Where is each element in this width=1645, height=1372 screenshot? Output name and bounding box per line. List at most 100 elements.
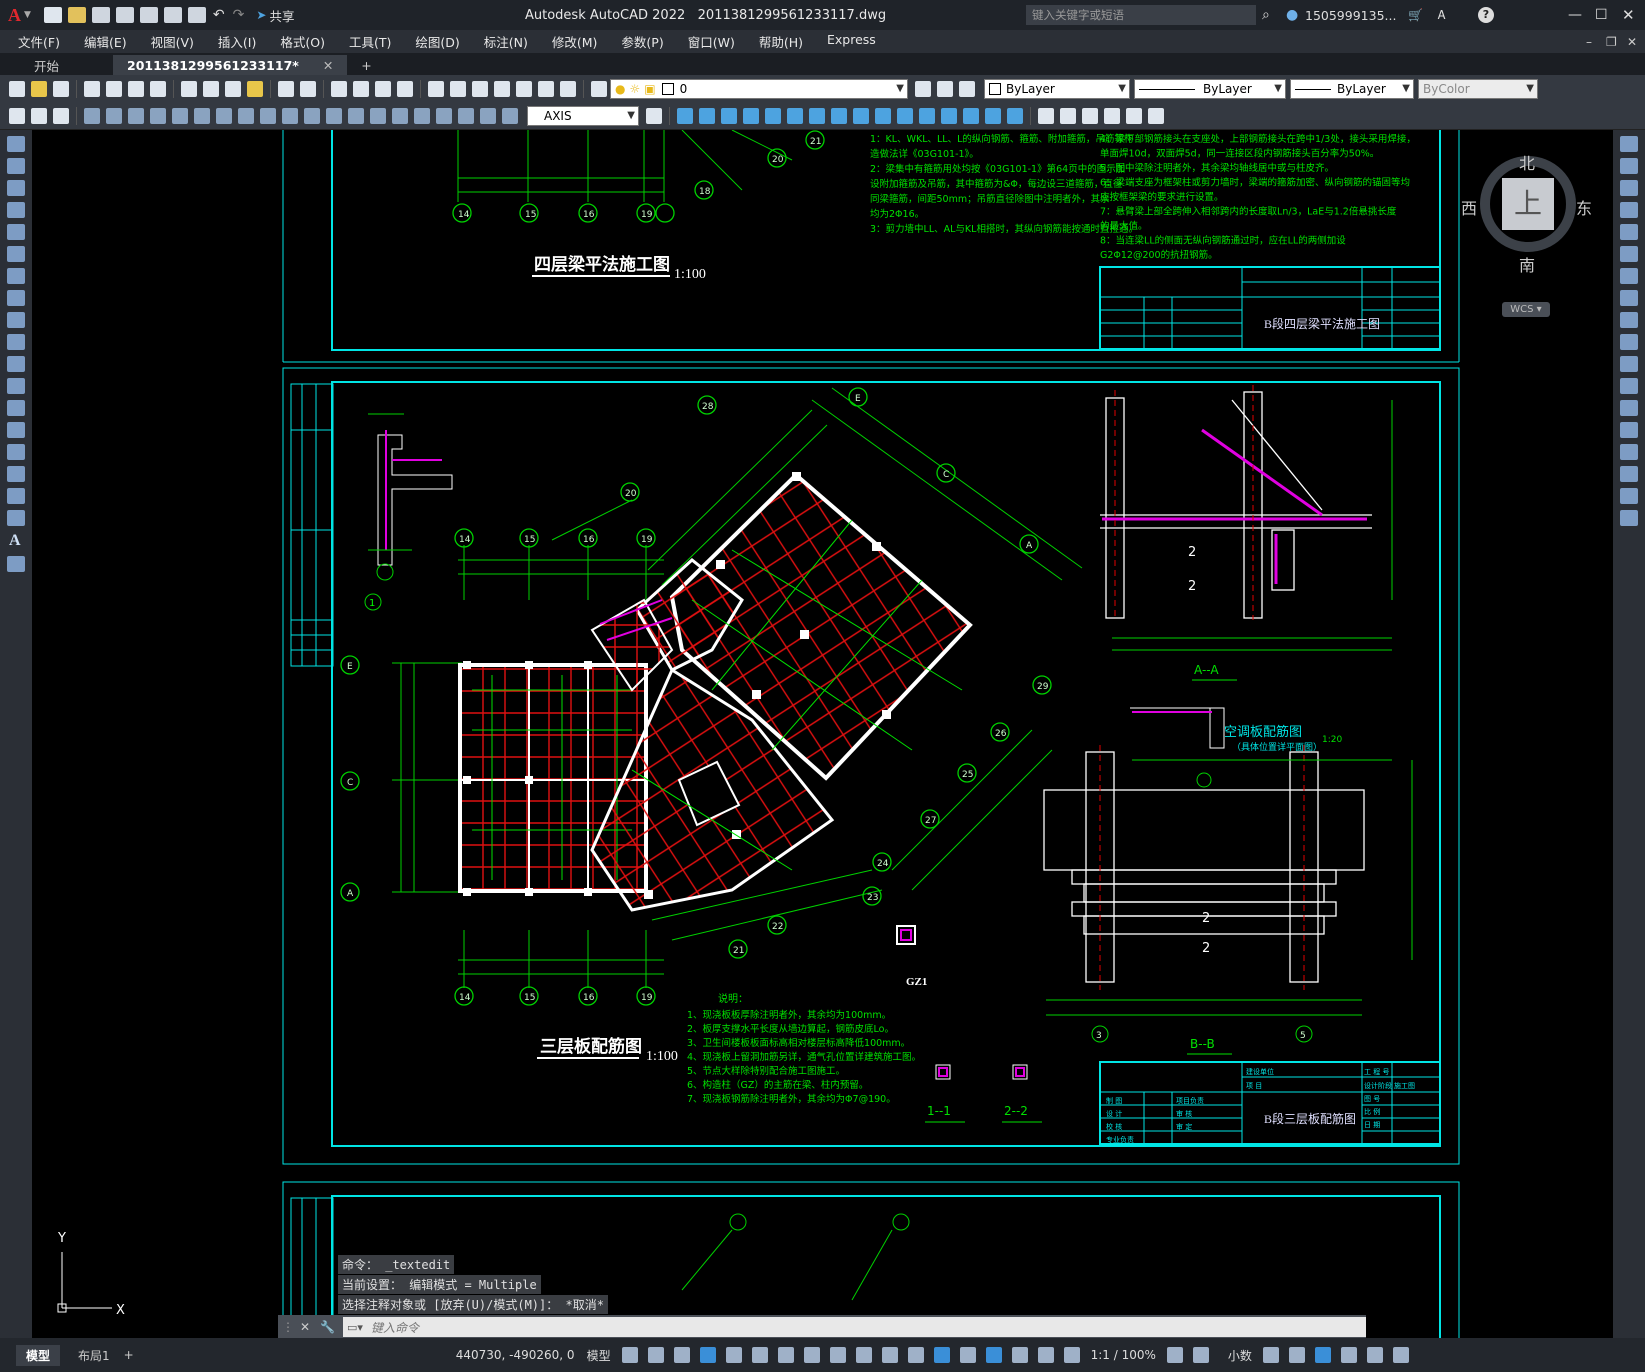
offset-icon[interactable] xyxy=(1620,202,1638,218)
mirror-icon[interactable] xyxy=(721,108,737,124)
doc-close-icon[interactable]: ✕ xyxy=(1627,35,1637,49)
text-front-icon[interactable] xyxy=(1104,108,1120,124)
rotate-icon[interactable] xyxy=(809,108,825,124)
continue-icon[interactable] xyxy=(304,108,320,124)
lineweight-dropdown[interactable]: ByLayer ▼ xyxy=(1290,79,1414,99)
layer-iso-icon[interactable] xyxy=(53,108,69,124)
menu-item[interactable]: 修改(M) xyxy=(552,32,598,51)
search-input[interactable]: 键入关键字或短语 xyxy=(1032,8,1124,22)
menu-item[interactable]: 工具(T) xyxy=(349,32,391,51)
array-icon[interactable] xyxy=(765,108,781,124)
units-selector[interactable]: 小数 xyxy=(1228,1347,1252,1364)
viewcube[interactable]: 上 北 南 西 东 WCS ▾ xyxy=(1461,150,1592,320)
gradient-icon[interactable] xyxy=(7,466,25,482)
offset-icon[interactable] xyxy=(743,108,759,124)
learn-icon[interactable]: Ꭺ xyxy=(1438,8,1446,23)
viewcube-face-top[interactable]: 上 xyxy=(1502,178,1554,230)
break-point-icon[interactable] xyxy=(1620,378,1638,394)
dimension-text-edit-icon[interactable] xyxy=(480,108,496,124)
menu-item[interactable]: 窗口(W) xyxy=(688,32,735,51)
open-web-icon[interactable] xyxy=(139,7,158,23)
maximize-icon[interactable]: ☐ xyxy=(1595,7,1608,23)
cart-icon[interactable]: 🛒 xyxy=(1408,8,1423,22)
aligned-dimension-icon[interactable] xyxy=(106,108,122,124)
share-icon[interactable]: ➤ xyxy=(256,8,266,22)
auto-scale-icon[interactable] xyxy=(1063,1347,1080,1363)
copy-object-icon[interactable] xyxy=(699,108,715,124)
design-center-icon[interactable] xyxy=(450,81,466,97)
preview-icon[interactable] xyxy=(106,81,122,97)
open-file-icon[interactable] xyxy=(67,7,86,23)
3d-osnap-icon[interactable] xyxy=(933,1347,950,1363)
object-snap-icon[interactable] xyxy=(829,1347,846,1363)
selection-cycling-icon[interactable] xyxy=(907,1347,924,1363)
print-icon[interactable] xyxy=(84,81,100,97)
make-current-icon[interactable] xyxy=(915,81,931,97)
circle-icon[interactable] xyxy=(7,268,25,284)
rotate-icon[interactable] xyxy=(1620,268,1638,284)
calculator-icon[interactable] xyxy=(538,81,554,97)
search-box[interactable]: 键入关键字或短语 xyxy=(1026,5,1256,25)
autocad-logo[interactable]: A xyxy=(8,5,21,26)
hatch-icon[interactable] xyxy=(7,444,25,460)
zoom-realtime-icon[interactable] xyxy=(353,81,369,97)
baseline-icon[interactable] xyxy=(282,108,298,124)
viewcube-south[interactable]: 南 xyxy=(1519,252,1535,276)
mtext-icon[interactable]: A xyxy=(9,532,23,550)
wcs-menu[interactable]: WCS ▾ xyxy=(1502,302,1550,317)
center-mark-icon[interactable] xyxy=(392,108,408,124)
clean-screen-icon[interactable] xyxy=(1366,1347,1383,1363)
tab-close-icon[interactable]: ✕ xyxy=(323,58,333,73)
fillet-icon[interactable] xyxy=(1620,466,1638,482)
menu-item[interactable]: 绘图(D) xyxy=(415,32,459,51)
construction-line-icon[interactable] xyxy=(7,158,25,174)
doc-restore-icon[interactable]: ❐ xyxy=(1606,35,1617,49)
menu-item[interactable]: 插入(I) xyxy=(218,32,256,51)
isodraft-icon[interactable] xyxy=(777,1347,794,1363)
minimize-icon[interactable]: — xyxy=(1568,7,1582,23)
viewcube-north[interactable]: 北 xyxy=(1519,150,1535,174)
dynamic-ucs-icon[interactable] xyxy=(959,1347,976,1363)
scale-icon[interactable] xyxy=(831,108,847,124)
menu-item[interactable]: 标注(N) xyxy=(484,32,528,51)
layer-dropdown[interactable]: ● ☼ ▣ 0 ▼ xyxy=(610,79,908,99)
menu-item[interactable]: 格式(O) xyxy=(280,32,325,51)
save-icon[interactable] xyxy=(91,7,110,23)
explode-icon[interactable] xyxy=(1007,108,1023,124)
inspection-icon[interactable] xyxy=(414,108,430,124)
lock-ui-icon[interactable] xyxy=(1288,1347,1305,1363)
add-layout-button[interactable]: + xyxy=(124,1348,134,1362)
new-icon[interactable] xyxy=(9,81,25,97)
object-tracking-icon[interactable] xyxy=(803,1347,820,1363)
spline-icon[interactable] xyxy=(7,312,25,328)
layer-properties-icon[interactable] xyxy=(591,81,607,97)
dimension-update-icon[interactable] xyxy=(502,108,518,124)
mirror-icon[interactable] xyxy=(1620,180,1638,196)
quick-dimension-icon[interactable] xyxy=(260,108,276,124)
redo-icon[interactable] xyxy=(300,81,316,97)
menu-item[interactable]: 帮助(H) xyxy=(759,32,803,51)
publish-icon[interactable] xyxy=(128,81,144,97)
stretch-icon[interactable] xyxy=(1620,312,1638,328)
layout-tab-model[interactable]: 模型 xyxy=(16,1344,61,1366)
doc-minimize-icon[interactable]: – xyxy=(1586,35,1592,49)
qselect-icon[interactable] xyxy=(9,108,25,124)
command-close-icon[interactable]: ✕ xyxy=(300,1320,310,1334)
tool-palettes-icon[interactable] xyxy=(472,81,488,97)
undo-icon[interactable] xyxy=(278,81,294,97)
transparency-icon[interactable] xyxy=(881,1347,898,1363)
user-name[interactable]: 1505999135... xyxy=(1305,8,1396,23)
arc-icon[interactable] xyxy=(7,246,25,262)
add-selected-icon[interactable] xyxy=(7,556,25,572)
dimstyle-icon[interactable] xyxy=(646,108,662,124)
grid-icon[interactable] xyxy=(621,1347,638,1363)
bring-front-icon[interactable] xyxy=(1060,108,1076,124)
snap-icon[interactable] xyxy=(647,1347,664,1363)
pan-icon[interactable] xyxy=(331,81,347,97)
3d-dwf-icon[interactable] xyxy=(150,81,166,97)
drawing-canvas[interactable]: 14 15 16 19 182021 四层梁平法施工图 1:100 1：KL、WKL… xyxy=(32,130,1613,1338)
paste-icon[interactable] xyxy=(225,81,241,97)
redo-icon[interactable]: ↷ xyxy=(233,7,245,23)
match-properties-icon[interactable] xyxy=(247,81,263,97)
help-icon[interactable] xyxy=(560,81,576,97)
